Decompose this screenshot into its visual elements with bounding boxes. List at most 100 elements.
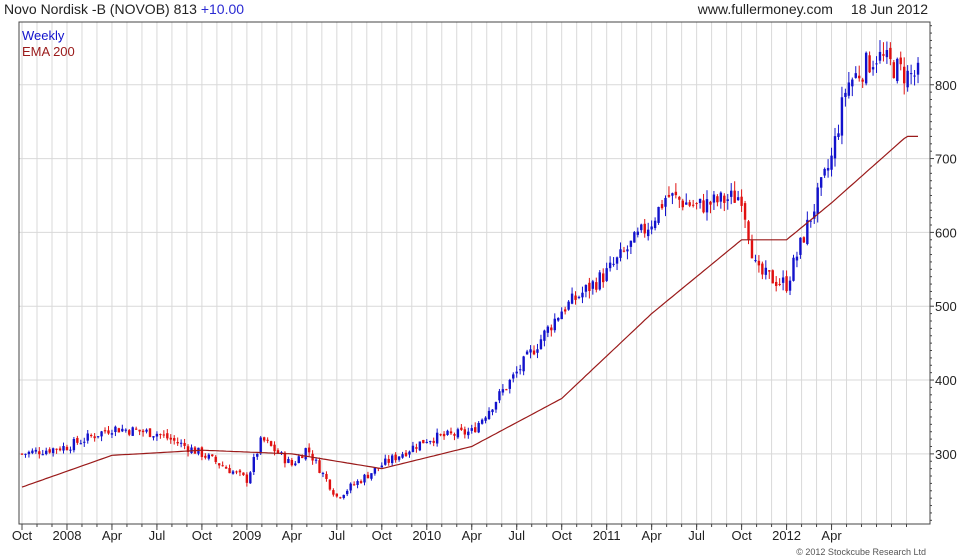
candle-body — [591, 281, 595, 289]
candle-body — [262, 437, 266, 441]
candle-body — [373, 467, 377, 474]
candle-body — [20, 453, 24, 455]
candle-body — [346, 490, 349, 495]
candle-body — [747, 221, 750, 240]
candle-body — [27, 451, 31, 455]
candle-body — [252, 457, 255, 473]
candle-body — [83, 441, 86, 443]
candle-body — [788, 280, 792, 291]
candle-body — [352, 484, 356, 486]
candle-body — [871, 67, 875, 70]
x-tick-label: Oct — [552, 528, 573, 543]
candle-body — [709, 201, 712, 205]
candle-body — [446, 430, 449, 435]
candle-body — [764, 267, 768, 275]
candle-body — [394, 454, 397, 461]
candle-body — [640, 224, 643, 231]
candle-body — [321, 473, 325, 475]
candle-body — [667, 194, 671, 197]
candle-body — [740, 196, 743, 206]
candle-body — [273, 444, 276, 452]
candle-body — [453, 434, 456, 436]
candle-body — [761, 263, 764, 275]
candle-body — [823, 168, 826, 176]
candle-body — [896, 58, 899, 82]
candle-body — [124, 429, 127, 431]
candle-body — [636, 231, 640, 235]
x-tick-label: Jul — [329, 528, 346, 543]
candle-body — [249, 472, 252, 484]
candle-body — [743, 203, 747, 220]
candle-body — [477, 422, 480, 433]
candle-body — [31, 450, 34, 454]
candle-body — [183, 442, 186, 446]
candle-body — [588, 282, 591, 292]
candle-body — [110, 433, 114, 435]
candle-body — [605, 268, 608, 281]
candle-body — [868, 55, 871, 73]
candle-body — [38, 451, 41, 455]
candle-body — [207, 454, 211, 459]
candle-body — [259, 437, 262, 454]
candle-body — [546, 326, 550, 333]
candle-body — [691, 204, 695, 206]
candle-body — [307, 447, 311, 453]
candle-body — [318, 460, 321, 473]
candle-body — [525, 351, 529, 355]
candle-body — [508, 379, 512, 389]
candle-body — [518, 369, 522, 371]
candle-body — [439, 434, 442, 436]
candle-body — [505, 389, 508, 391]
x-tick-label: Oct — [12, 528, 33, 543]
x-tick-label: Oct — [372, 528, 393, 543]
candle-body — [781, 277, 785, 283]
candle-body — [159, 434, 162, 436]
candle-body — [736, 197, 740, 201]
candle-body — [902, 66, 906, 84]
candle-body — [155, 433, 159, 437]
candle-body — [217, 463, 221, 466]
candle-body — [778, 283, 781, 285]
candle-body — [169, 437, 172, 440]
candle-body — [470, 428, 473, 431]
x-tick-label: 2009 — [232, 528, 261, 543]
candle-body — [24, 453, 27, 455]
candle-body — [242, 472, 245, 476]
candle-body — [795, 256, 799, 261]
candle-body — [404, 452, 408, 456]
candle-body — [72, 439, 76, 451]
candle-body — [228, 468, 231, 474]
candle-body — [370, 473, 373, 479]
candle-body — [671, 193, 674, 196]
candle-body — [359, 481, 363, 483]
candle-body — [612, 263, 615, 265]
x-tick-label: Jul — [688, 528, 705, 543]
candle-body — [584, 285, 588, 292]
candle-body — [460, 427, 463, 430]
candle-body — [553, 318, 556, 331]
candle-body — [615, 257, 619, 264]
candle-body — [833, 136, 837, 159]
candle-body — [356, 481, 359, 485]
candle-body — [134, 428, 138, 430]
candle-body — [290, 459, 294, 466]
candle-body — [570, 293, 574, 304]
candle-body — [501, 389, 505, 393]
candle-body — [660, 204, 664, 209]
candle-body — [771, 270, 774, 284]
candle-body — [851, 79, 854, 87]
candle-body — [456, 429, 460, 438]
candle-body — [45, 450, 48, 455]
candle-body — [238, 470, 242, 473]
candle-body — [515, 371, 518, 374]
x-tick-label: 2011 — [593, 528, 621, 543]
candle-body — [179, 442, 183, 444]
candle-body — [342, 494, 345, 498]
candle-body — [608, 262, 612, 269]
candle-body — [429, 441, 432, 443]
candle-body — [332, 490, 335, 495]
candle-body — [256, 453, 259, 457]
candle-body — [467, 431, 470, 436]
candle-body — [840, 97, 844, 136]
candle-body — [906, 70, 909, 88]
